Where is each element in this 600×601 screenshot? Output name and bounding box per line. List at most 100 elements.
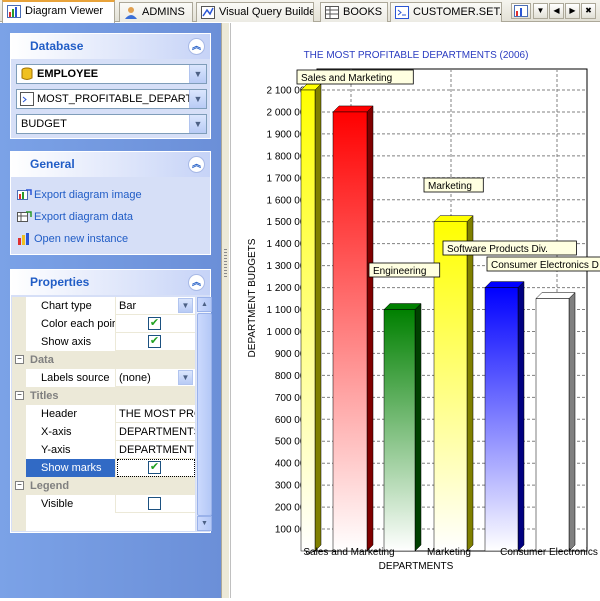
collapse-icon[interactable]: ︽ — [188, 274, 205, 291]
bar-mark-label: Engineering — [373, 266, 426, 277]
property-row-x-axis[interactable]: X-axis DEPARTMENTS — [12, 423, 195, 441]
export-data-icon — [17, 211, 32, 222]
tab-menu-button[interactable]: ▼ — [533, 3, 548, 19]
category-name: Data — [30, 354, 54, 366]
property-value[interactable]: (none) ▼ — [117, 369, 195, 387]
splitter-grip-icon[interactable] — [224, 249, 227, 279]
checkbox[interactable]: ✔ — [148, 335, 161, 348]
bar-mark: Sales and Marketing — [296, 69, 414, 85]
tab-admins[interactable]: ADMINS — [119, 2, 193, 22]
property-value[interactable]: Bar ▼ — [117, 297, 195, 315]
property-row-y-axis[interactable]: Y-axis DEPARTMENT E — [12, 441, 195, 459]
tab-label: Diagram Viewer — [25, 5, 104, 17]
collapse-icon[interactable]: ︽ — [188, 156, 205, 173]
bar-side — [517, 280, 525, 552]
tab-visual-query-builder[interactable]: Visual Query Builder — [196, 2, 314, 22]
query-select[interactable]: MOST_PROFITABLE_DEPARTMI ▼ — [16, 89, 207, 109]
export-image-icon — [17, 189, 32, 200]
bar-front — [332, 111, 368, 552]
properties-group-header[interactable]: Properties ︽ — [11, 270, 210, 295]
property-row-chart-type[interactable]: Chart type Bar ▼ — [12, 297, 195, 315]
bar-side — [314, 83, 322, 552]
tab-close-button[interactable]: ✖ — [581, 3, 596, 19]
chevron-down-icon[interactable]: ▼ — [189, 115, 206, 133]
property-grid: Chart type Bar ▼ Color each poir ✔ Show a… — [12, 297, 195, 531]
bar — [535, 291, 576, 552]
property-row-visible[interactable]: Visible — [12, 495, 195, 513]
tab-customer-set[interactable]: CUSTOMER.SET... — [390, 2, 502, 22]
export-image-link[interactable]: Export diagram image — [17, 187, 142, 203]
property-name: X-axis — [26, 423, 116, 441]
property-name: Show axis — [26, 333, 116, 351]
scroll-down-icon[interactable]: ▼ — [197, 516, 212, 531]
property-row-header[interactable]: Header THE MOST PRO — [12, 405, 195, 423]
tab-list-button[interactable] — [511, 3, 531, 19]
bar — [300, 83, 322, 552]
property-row-show-marks[interactable]: Show marks ✔ — [12, 459, 195, 477]
chevron-down-icon[interactable]: ▼ — [178, 370, 193, 385]
tab-prev-button[interactable]: ◀ — [549, 3, 564, 19]
bar-chart: THE MOST PROFITABLE DEPARTMENTS (2006) D… — [247, 50, 600, 572]
property-category-titles[interactable]: − Titles — [12, 387, 195, 405]
property-value[interactable]: DEPARTMENTS — [117, 423, 195, 441]
chevron-down-icon[interactable]: ▼ — [189, 90, 206, 108]
checkbox[interactable]: ✔ — [148, 461, 161, 474]
property-name: Chart type — [26, 297, 116, 315]
property-name: Color each poir — [26, 315, 116, 333]
property-category-legend[interactable]: − Legend — [12, 477, 195, 495]
database-select[interactable]: EMPLOYEE ▼ — [16, 64, 207, 84]
property-scrollbar[interactable]: ▲ ▼ — [196, 297, 212, 531]
property-value-text: Bar — [119, 300, 137, 312]
database-group-header[interactable]: Database ︽ — [11, 34, 210, 59]
property-category-data[interactable]: − Data — [12, 351, 195, 369]
property-name: Show marks — [26, 459, 116, 477]
general-group-header[interactable]: General ︽ — [11, 152, 210, 177]
bar-mark: Consumer Electronics D — [486, 256, 600, 272]
bar — [383, 302, 422, 552]
bar-side — [366, 105, 374, 552]
property-row-show-axis[interactable]: Show axis ✔ — [12, 333, 195, 351]
property-row-labels-source[interactable]: Labels source (none) ▼ — [12, 369, 195, 387]
chevron-down-icon[interactable]: ▼ — [189, 65, 206, 83]
scroll-thumb[interactable] — [197, 313, 212, 516]
property-value[interactable]: ✔ — [117, 459, 195, 477]
property-value[interactable]: ✔ — [117, 333, 195, 351]
scroll-up-icon[interactable]: ▲ — [197, 297, 212, 312]
collapse-minus-icon[interactable]: − — [15, 355, 24, 364]
group-title: General — [30, 157, 75, 171]
field-select[interactable]: BUDGET ▼ — [16, 114, 207, 134]
checkbox[interactable] — [148, 497, 161, 510]
bar-mark: Software Products Div. — [442, 240, 577, 256]
chevron-down-icon[interactable]: ▼ — [178, 298, 193, 313]
collapse-icon[interactable]: ︽ — [188, 38, 205, 55]
collapse-minus-icon[interactable]: − — [15, 481, 24, 490]
property-value[interactable]: DEPARTMENT E — [117, 441, 195, 459]
x-axis-title: DEPARTMENTS — [379, 561, 454, 572]
tab-diagram-viewer[interactable]: Diagram Viewer — [2, 0, 115, 23]
property-row-color-each-point[interactable]: Color each poir ✔ — [12, 315, 195, 333]
table-icon — [325, 6, 339, 19]
query-icon — [20, 92, 34, 106]
export-data-link[interactable]: Export diagram data — [17, 209, 133, 225]
bar-front — [300, 89, 316, 552]
open-new-instance-link[interactable]: Open new instance — [17, 231, 128, 247]
chart-area: THE MOST PROFITABLE DEPARTMENTS (2006) D… — [230, 23, 600, 598]
property-value[interactable] — [117, 495, 195, 513]
property-value[interactable]: ✔ — [117, 315, 195, 333]
chart-title: THE MOST PROFITABLE DEPARTMENTS (2006) — [304, 50, 529, 61]
close-icon: ✖ — [585, 6, 592, 15]
diagram-icon — [7, 5, 21, 18]
tab-label: BOOKS — [343, 6, 383, 18]
tab-bar: Diagram Viewer ADMINS Visual Query Build… — [0, 0, 600, 23]
collapse-minus-icon[interactable]: − — [15, 391, 24, 400]
database-icon — [21, 67, 33, 80]
checkbox[interactable]: ✔ — [148, 317, 161, 330]
database-group: Database ︽ EMPLOYEE ▼ MOST_PROFITABLE_DE… — [10, 33, 211, 139]
tab-books[interactable]: BOOKS — [320, 2, 388, 22]
tab-next-button[interactable]: ▶ — [565, 3, 580, 19]
bar-top — [484, 281, 525, 288]
property-value[interactable]: THE MOST PRO — [117, 405, 195, 423]
panel-splitter[interactable] — [221, 23, 229, 598]
bar-mark: Marketing — [423, 177, 484, 193]
properties-group: Properties ︽ Chart type Bar ▼ Color each … — [10, 269, 212, 533]
